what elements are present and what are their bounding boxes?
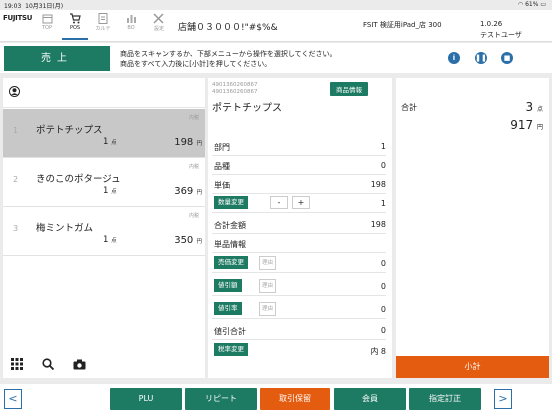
item-name: 梅ミントガム xyxy=(36,223,94,234)
hold-transaction-button[interactable]: 取引保留 xyxy=(260,388,330,410)
chart-icon xyxy=(126,15,136,23)
qty-change-button[interactable]: 数量変更 xyxy=(214,196,248,209)
list-item[interactable]: 3 梅ミントガム 内税 1 点 350 円 xyxy=(3,207,205,256)
item-price: 369 円 xyxy=(174,186,202,197)
nav-label: カルテ xyxy=(95,26,111,32)
status-bar: 19:03 10月31日(月) ◠ 61% ▭ xyxy=(0,0,552,10)
nav-karte[interactable]: カルテ xyxy=(90,12,116,40)
correction-button[interactable]: 指定訂正 xyxy=(409,388,481,410)
sale-mode-button[interactable]: 売上 xyxy=(4,46,110,71)
item-detail-panel: 4901360260867 4901360260867 商品情報 ポテトチップス… xyxy=(208,78,392,378)
detail-row-discount: 値引額 理由 0 xyxy=(212,276,386,296)
next-page-button[interactable]: > xyxy=(494,389,512,409)
app-version: 1.0.26 xyxy=(480,20,503,28)
nav-top[interactable]: TOP xyxy=(34,12,60,40)
qty-value: 1 xyxy=(380,199,386,208)
nav-label: POS xyxy=(69,25,81,31)
action-bar: 売上 商品をスキャンするか、下部メニューから操作を選択してください。 商品をすべ… xyxy=(0,43,552,73)
store-name: 店舗０３０００!"#$%& xyxy=(178,23,278,33)
item-qty: 1 点 xyxy=(103,137,117,147)
tools-icon xyxy=(153,13,164,24)
cart-icon xyxy=(70,13,81,24)
reason-button[interactable]: 理由 xyxy=(259,279,277,293)
total-count: 3 点 xyxy=(525,100,543,114)
jan-code: 4901360260867 xyxy=(212,82,258,88)
fujitsu-logo: FUJITSU xyxy=(3,14,33,22)
detail-row-qty: 数量変更 - + 1 xyxy=(212,193,386,213)
item-price: 350 円 xyxy=(174,235,202,246)
pause-icon[interactable]: ❚❚ xyxy=(475,52,487,64)
detail-row-discount-total: 値引合計 0 xyxy=(212,320,386,340)
nav-bo[interactable]: BO xyxy=(118,12,144,40)
list-item[interactable]: 1 ポテトチップス 内税 1 点 198 円 xyxy=(3,109,205,158)
battery-icon: ▭ xyxy=(540,1,546,8)
tax-label: 内税 xyxy=(188,213,199,219)
nav-label: TOP xyxy=(41,25,52,31)
tax-label: 内税 xyxy=(188,164,199,170)
total-amount: 917 円 xyxy=(510,118,543,132)
detail-row-unit-info: 単品情報 xyxy=(212,233,386,253)
detail-row-unit-price: 単価 198 xyxy=(212,174,386,194)
search-icon[interactable] xyxy=(42,358,55,371)
grid-icon[interactable] xyxy=(11,358,23,370)
jan-code-2: 4901360260867 xyxy=(212,89,258,95)
nav-pos[interactable]: POS xyxy=(62,12,88,40)
camera-icon[interactable] xyxy=(73,359,86,370)
detail-row-dept: 部門 1 xyxy=(212,136,386,156)
item-qty: 1 点 xyxy=(103,235,117,245)
status-date: 10月31日(月) xyxy=(25,3,64,10)
item-price: 198 円 xyxy=(174,137,202,148)
tax-change-button[interactable]: 税率変更 xyxy=(214,343,248,356)
wifi-icon: ◠ xyxy=(517,1,524,8)
member-button[interactable]: 会員 xyxy=(334,388,406,410)
customer-icon[interactable] xyxy=(9,86,20,97)
total-label: 合計 xyxy=(401,103,417,112)
detail-row-total: 合計金額 198 xyxy=(212,214,386,234)
detail-row-kind: 品種 0 xyxy=(212,155,386,175)
stop-icon[interactable]: ■ xyxy=(501,52,513,64)
plu-button[interactable]: PLU xyxy=(110,388,182,410)
calendar-icon xyxy=(42,14,52,24)
detail-row-discount-rate: 値引率 理由 0 xyxy=(212,299,386,319)
price-change-button[interactable]: 売価変更 xyxy=(214,256,248,269)
battery-percent: 61% xyxy=(525,1,539,8)
item-name: ポテトチップス xyxy=(36,125,103,136)
reason-button[interactable]: 理由 xyxy=(259,302,277,316)
info-icon[interactable]: i xyxy=(448,52,460,64)
document-icon xyxy=(98,13,108,24)
tax-label: 内税 xyxy=(188,115,199,121)
guidance-message: 商品をスキャンするか、下部メニューから操作を選択してください。 商品をすべて入力… xyxy=(120,50,337,68)
item-name: きのこのポタージュ xyxy=(36,174,121,185)
detail-row-price-change: 売価変更 理由 0 xyxy=(212,253,386,273)
list-item[interactable]: 2 きのこのポタージュ 内税 1 点 369 円 xyxy=(3,158,205,207)
reason-button[interactable]: 理由 xyxy=(259,256,277,270)
user-name: テストユーザ xyxy=(480,31,522,39)
detail-item-name: ポテトチップス xyxy=(212,103,282,114)
nav-label: BO xyxy=(127,25,135,31)
app-header: FUJITSU TOP POS カルテ BO 設定 店舗０３０００!"#$%& … xyxy=(0,10,552,42)
detail-row-tax: 税率変更 内 8 xyxy=(212,340,386,360)
terminal-name: FSIT 検証用iPad_店 300 xyxy=(363,21,442,29)
prev-page-button[interactable]: < xyxy=(4,389,22,409)
subtotal-button[interactable]: 小計 xyxy=(396,356,549,378)
nav-label: 設定 xyxy=(153,26,164,32)
list-tools xyxy=(11,355,86,374)
item-qty: 1 点 xyxy=(103,186,117,196)
discount-rate-button[interactable]: 値引率 xyxy=(214,302,242,315)
item-list-panel: 1 ポテトチップス 内税 1 点 198 円 2 きのこのポタージュ 内税 1 … xyxy=(3,78,205,378)
discount-amount-button[interactable]: 値引額 xyxy=(214,279,242,292)
footer-bar: < PLU リピート 取引保留 会員 指定訂正 > xyxy=(0,384,552,414)
qty-minus-button[interactable]: - xyxy=(270,196,288,209)
product-info-button[interactable]: 商品情報 xyxy=(330,82,368,96)
nav-settings[interactable]: 設定 xyxy=(146,12,172,40)
qty-plus-button[interactable]: + xyxy=(292,196,310,209)
status-time: 19:03 xyxy=(4,3,22,10)
summary-panel: 合計 3 点 917 円 小計 xyxy=(396,78,549,378)
repeat-button[interactable]: リピート xyxy=(185,388,257,410)
